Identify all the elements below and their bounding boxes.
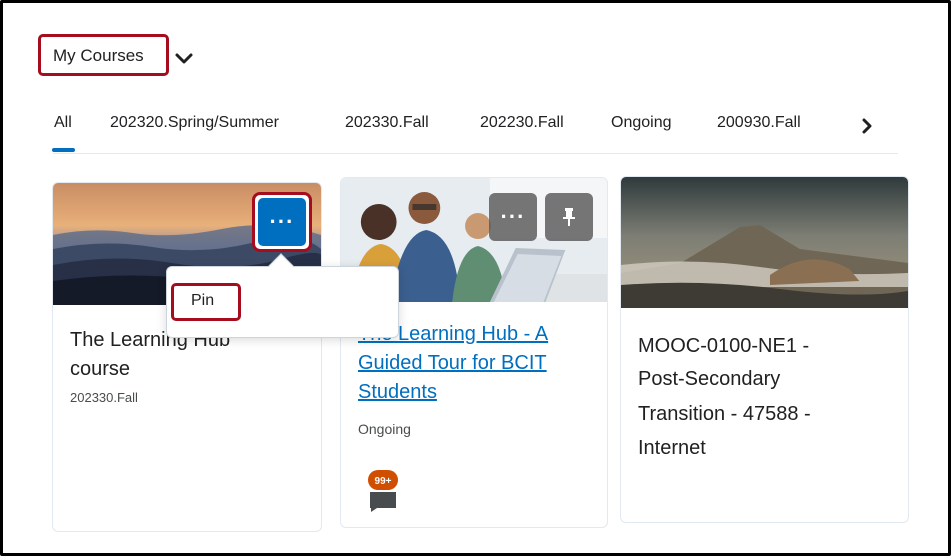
page-title[interactable]: My Courses	[53, 46, 144, 66]
course-term: Ongoing	[358, 421, 411, 437]
course-title-link-cont-2[interactable]: Students	[358, 378, 437, 407]
card-options-button-active[interactable]: ···	[258, 198, 306, 246]
course-image-volcano	[621, 177, 908, 308]
course-title[interactable]: MOOC-0100-NE1 -	[638, 332, 809, 361]
course-title-cont[interactable]: Post-Secondary	[638, 365, 780, 394]
tab-202330-fall[interactable]: 202330.Fall	[345, 114, 429, 132]
more-options-icon: ···	[269, 209, 295, 234]
tab-202320-spring-summer[interactable]: 202320.Spring/Summer	[110, 114, 279, 132]
pin-icon	[563, 208, 575, 226]
more-options-icon: ···	[500, 204, 526, 229]
tab-200930-fall[interactable]: 200930.Fall	[717, 114, 801, 132]
active-tab-indicator	[52, 148, 75, 152]
course-title-cont-3[interactable]: Internet	[638, 434, 706, 463]
course-title-cont-2[interactable]: Transition - 47588 -	[638, 400, 811, 429]
tab-202230-fall[interactable]: 202230.Fall	[480, 114, 564, 132]
chevron-right-icon[interactable]	[858, 117, 876, 135]
course-title-cont[interactable]: course	[70, 355, 130, 384]
menu-item-pin[interactable]: Pin	[191, 292, 214, 310]
tab-all[interactable]: All	[54, 114, 72, 132]
course-term: 202330.Fall	[70, 390, 138, 405]
tab-ongoing[interactable]: Ongoing	[611, 114, 672, 132]
course-title-link-cont[interactable]: Guided Tour for BCIT	[358, 349, 547, 378]
discussion-badge-icon[interactable]: 99+	[367, 470, 399, 512]
chevron-down-icon[interactable]	[174, 52, 194, 66]
tab-bar: All 202320.Spring/Summer 202330.Fall 202…	[53, 112, 898, 154]
card-options-button[interactable]: ···	[489, 193, 537, 241]
card-pin-button[interactable]	[545, 193, 593, 241]
badge-count: 99+	[375, 476, 392, 487]
